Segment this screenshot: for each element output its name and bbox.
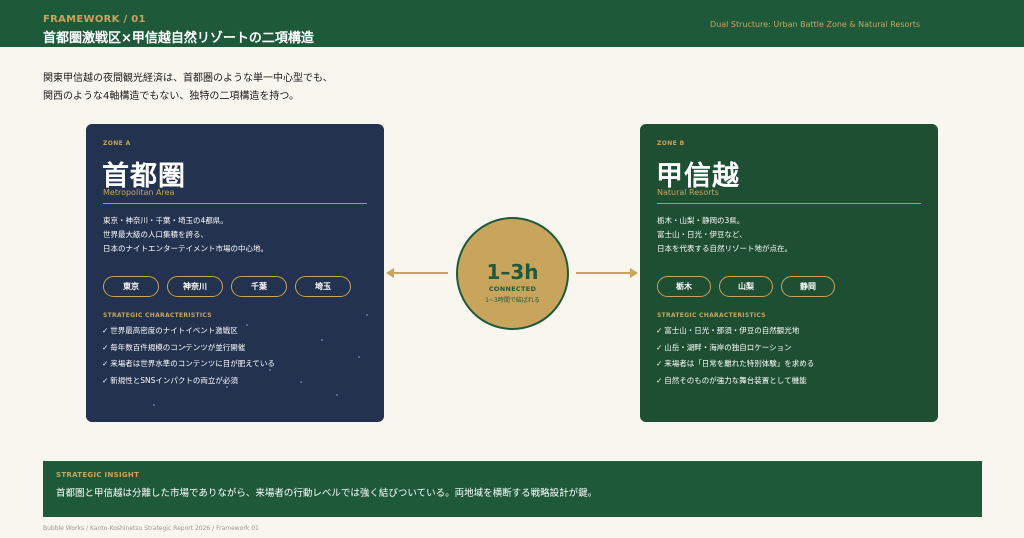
header-band: FRAMEWORK / 01 首都圏激戦区×甲信越自然リゾートの二項構造 Dua… xyxy=(0,0,1024,47)
trait-list: ✓ 富士山・日光・那須・伊豆の自然観光地 ✓ 山岳・湖畔・海岸の独自ロケーション ✓… xyxy=(656,323,814,389)
strategic-insight-panel: STRATEGIC INSIGHT 首都圏と甲信越は分離した市場でありながら、来… xyxy=(43,461,982,517)
zone-b-card: ZONE B 甲信越 Natural Resorts 栃木・山梨・静岡の3県。 … xyxy=(640,124,938,422)
list-item: ✓ 富士山・日光・那須・伊豆の自然観光地 xyxy=(656,323,814,340)
prefecture-tag: 東京 xyxy=(103,276,159,297)
check-icon: ✓ xyxy=(102,342,109,352)
prefecture-tag: 神奈川 xyxy=(167,276,223,297)
travel-time: 1–3h xyxy=(486,260,539,284)
connector-line-right xyxy=(576,272,634,274)
arrow-right-icon xyxy=(630,268,638,278)
list-item: ✓ 新規性とSNSインパクトの両立が必須 xyxy=(102,373,275,390)
prefecture-tag: 山梨 xyxy=(719,276,773,297)
trait-text: 山岳・湖畔・海岸の独自ロケーション xyxy=(664,342,792,352)
check-icon: ✓ xyxy=(102,375,109,385)
list-item: ✓ 自然そのものが強力な舞台装置として機能 xyxy=(656,373,814,390)
zone-label: ZONE B xyxy=(657,140,685,147)
check-icon: ✓ xyxy=(102,326,109,335)
trait-text: 富士山・日光・那須・伊豆の自然観光地 xyxy=(664,326,800,335)
zone-subtitle: Metropolitan Area xyxy=(103,188,175,197)
zone-subtitle: Natural Resorts xyxy=(657,188,719,197)
connected-note: 1~3時間で結ばれる xyxy=(485,297,540,304)
check-icon: ✓ xyxy=(656,342,663,352)
page-title: 首都圏激戦区×甲信越自然リゾートの二項構造 xyxy=(43,31,314,46)
description-line: 世界最大級の人口集積を誇る、 xyxy=(103,230,208,239)
trait-text: 来場者は世界水準のコンテンツに目が肥えている xyxy=(110,359,275,368)
check-icon: ✓ xyxy=(656,326,663,335)
lead-text: 関東甲信越の夜間観光経済は、首都圏のような単一中心型でも、 関西のような4軸構造… xyxy=(43,70,563,106)
zone-label: ZONE A xyxy=(103,140,131,147)
prefecture-tags: 栃木 山梨 静岡 xyxy=(657,276,835,297)
prefecture-tag: 栃木 xyxy=(657,276,711,297)
trait-text: 来場者は「日常を離れた特別体験」を求める xyxy=(664,359,815,368)
insight-text: 首都圏と甲信越は分離した市場でありながら、来場者の行動レベルでは強く結びついてい… xyxy=(56,488,598,499)
prefecture-tag: 埼玉 xyxy=(295,276,351,297)
list-item: ✓ 世界最高密度のナイトイベント激戦区 xyxy=(102,323,275,340)
description-line: 富士山・日光・伊豆など、 xyxy=(657,230,747,239)
description-line: 栃木・山梨・静岡の3県。 xyxy=(657,216,745,225)
header-caption: Dual Structure: Urban Battle Zone & Natu… xyxy=(710,20,920,29)
connected-label: CONNECTED xyxy=(488,285,537,293)
trait-text: 新規性とSNSインパクトの両立が必須 xyxy=(110,375,238,385)
trait-text: 毎年数百件規模のコンテンツが並行開催 xyxy=(110,342,246,352)
check-icon: ✓ xyxy=(656,375,663,385)
travel-time-badge: 1–3h CONNECTED 1~3時間で結ばれる xyxy=(456,217,569,330)
trait-list: ✓ 世界最高密度のナイトイベント激戦区 ✓ 毎年数百件規模のコンテンツが並行開催 ✓… xyxy=(102,323,275,389)
prefecture-tag: 千葉 xyxy=(231,276,287,297)
description-line: 日本のナイトエンターテイメント市場の中心地。 xyxy=(103,244,268,253)
description-line: 東京・神奈川・千葉・埼玉の4都県。 xyxy=(103,216,228,225)
description-line: 日本を代表する自然リゾート地が点在。 xyxy=(657,244,792,253)
zone-description: 栃木・山梨・静岡の3県。 富士山・日光・伊豆など、 日本を代表する自然リゾート地… xyxy=(657,214,917,256)
footer-credit: Bubble Works / Kanto-Koshinetsu Strategi… xyxy=(43,525,259,532)
framework-kicker: FRAMEWORK / 01 xyxy=(43,14,146,25)
list-item: ✓ 山岳・湖畔・海岸の独自ロケーション xyxy=(656,340,814,357)
insight-label: STRATEGIC INSIGHT xyxy=(56,471,140,479)
trait-text: 自然そのものが強力な舞台装置として機能 xyxy=(664,375,807,385)
prefecture-tags: 東京 神奈川 千葉 埼玉 xyxy=(103,276,351,297)
divider xyxy=(103,203,367,204)
connector-line-left xyxy=(392,272,448,274)
prefecture-tag: 静岡 xyxy=(781,276,835,297)
divider xyxy=(657,203,921,204)
trait-text: 世界最高密度のナイトイベント激戦区 xyxy=(110,326,238,335)
zone-description: 東京・神奈川・千葉・埼玉の4都県。 世界最大級の人口集積を誇る、 日本のナイトエ… xyxy=(103,214,363,256)
strategic-label: STRATEGIC CHARACTERISTICS xyxy=(103,312,212,319)
check-icon: ✓ xyxy=(102,359,109,368)
strategic-label: STRATEGIC CHARACTERISTICS xyxy=(657,312,766,319)
zone-a-card: ZONE A 首都圏 Metropolitan Area 東京・神奈川・千葉・埼… xyxy=(86,124,384,422)
list-item: ✓ 毎年数百件規模のコンテンツが並行開催 xyxy=(102,340,275,357)
list-item: ✓ 来場者は世界水準のコンテンツに目が肥えている xyxy=(102,356,275,373)
check-icon: ✓ xyxy=(656,359,663,368)
lead-line: 関西のような4軸構造でもない、独特の二項構造を持つ。 xyxy=(43,91,299,102)
lead-line: 関東甲信越の夜間観光経済は、首都圏のような単一中心型でも、 xyxy=(43,73,333,84)
list-item: ✓ 来場者は「日常を離れた特別体験」を求める xyxy=(656,356,814,373)
